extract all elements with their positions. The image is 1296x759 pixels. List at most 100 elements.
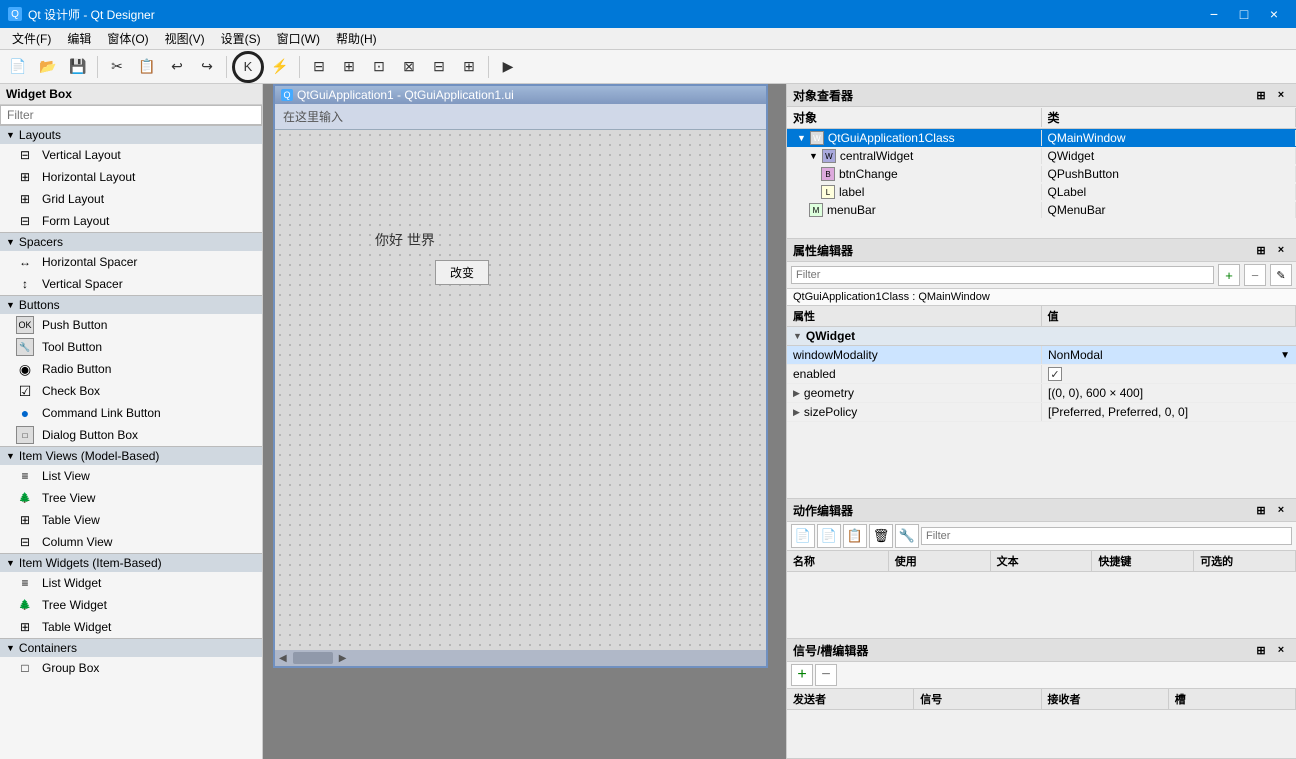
new-button[interactable]: 📄 bbox=[4, 53, 32, 81]
widget-column-view[interactable]: ⊟ Column View bbox=[0, 531, 262, 553]
widget-tool-button[interactable]: 🔧 Tool Button bbox=[0, 336, 262, 358]
obj-row-btn[interactable]: B btnChange QPushButton bbox=[787, 165, 1296, 183]
menu-edit[interactable]: 编辑 bbox=[59, 28, 99, 49]
close-button[interactable]: × bbox=[1260, 0, 1288, 28]
enabled-checkbox[interactable]: ✓ bbox=[1048, 367, 1062, 381]
widget-check-box[interactable]: ☑ Check Box bbox=[0, 380, 262, 402]
widget-push-button[interactable]: OK Push Button bbox=[0, 314, 262, 336]
obj-row-main[interactable]: ▼ W QtGuiApplication1Class QMainWindow bbox=[787, 129, 1296, 147]
widget-tree-widget[interactable]: 🌲 Tree Widget bbox=[0, 594, 262, 616]
signal-maximize-btn[interactable]: ⊞ bbox=[1252, 641, 1270, 659]
obj-maximize-btn[interactable]: ⊞ bbox=[1252, 86, 1270, 104]
category-spacers[interactable]: ▼ Spacers bbox=[0, 232, 262, 251]
prop-close-btn[interactable]: × bbox=[1272, 241, 1290, 259]
action-close-btn[interactable]: × bbox=[1272, 501, 1290, 519]
category-buttons[interactable]: ▼ Buttons bbox=[0, 295, 262, 314]
signal-add-btn[interactable]: + bbox=[791, 664, 813, 686]
action-config-btn[interactable]: 🔧 bbox=[895, 524, 919, 548]
prop-row-sizepolicy[interactable]: ▶ sizePolicy [Preferred, Preferred, 0, 0… bbox=[787, 403, 1296, 422]
widget-filter-input[interactable] bbox=[0, 105, 262, 125]
widget-list-widget[interactable]: ≡ List Widget bbox=[0, 572, 262, 594]
obj-row-central[interactable]: ▼ W centralWidget QWidget bbox=[787, 147, 1296, 165]
scroll-right-arrow[interactable]: ▶ bbox=[335, 653, 351, 664]
prop-row-enabled[interactable]: enabled ✓ bbox=[787, 365, 1296, 384]
widget-command-link[interactable]: ● Command Link Button bbox=[0, 402, 262, 424]
category-containers[interactable]: ▼ Containers bbox=[0, 638, 262, 657]
action-new-btn[interactable]: 📄 bbox=[791, 524, 815, 548]
geometry-expand-arrow[interactable]: ▶ bbox=[793, 388, 800, 399]
menu-file[interactable]: 文件(F) bbox=[4, 28, 59, 49]
scroll-left-arrow[interactable]: ◀ bbox=[275, 653, 291, 664]
windowmodality-dropdown-arrow[interactable]: ▼ bbox=[1280, 350, 1290, 361]
action-filter-input[interactable] bbox=[921, 527, 1292, 545]
obj-close-btn[interactable]: × bbox=[1272, 86, 1290, 104]
widget-form-layout[interactable]: ⊟ Form Layout bbox=[0, 210, 262, 232]
layout-h-button[interactable]: ⊟ bbox=[305, 53, 333, 81]
widget-grid-layout[interactable]: ⊞ Grid Layout bbox=[0, 188, 262, 210]
category-item-widgets[interactable]: ▼ Item Widgets (Item-Based) bbox=[0, 553, 262, 572]
prop-filter-input[interactable] bbox=[791, 266, 1214, 284]
widget-v-spacer[interactable]: ↕ Vertical Spacer bbox=[0, 273, 262, 295]
prop-row-geometry[interactable]: ▶ geometry [(0, 0), 600 × 400] bbox=[787, 384, 1296, 403]
layout-grid-button[interactable]: ⊡ bbox=[365, 53, 393, 81]
widget-list-view[interactable]: ≡ List View bbox=[0, 465, 262, 487]
prop-maximize-btn[interactable]: ⊞ bbox=[1252, 241, 1270, 259]
widget-group-box[interactable]: □ Group Box bbox=[0, 657, 262, 679]
canvas-change-button[interactable]: 改变 bbox=[435, 260, 489, 285]
widget-table-widget[interactable]: ⊞ Table Widget bbox=[0, 616, 262, 638]
widget-vertical-layout[interactable]: ⊟ Vertical Layout bbox=[0, 144, 262, 166]
category-item-views[interactable]: ▼ Item Views (Model-Based) bbox=[0, 446, 262, 465]
scroll-thumb-h[interactable] bbox=[293, 652, 333, 664]
open-button[interactable]: 📂 bbox=[34, 53, 62, 81]
prop-config-btn[interactable]: ✎ bbox=[1270, 264, 1292, 286]
prop-row-windowmodality[interactable]: windowModality NonModal ▼ bbox=[787, 346, 1296, 365]
category-layouts[interactable]: ▼ Layouts bbox=[0, 125, 262, 144]
layout-break-button[interactable]: ⊟ bbox=[425, 53, 453, 81]
prop-val-windowmodality[interactable]: NonModal ▼ bbox=[1042, 346, 1296, 364]
layout-adjust-button[interactable]: ⊞ bbox=[455, 53, 483, 81]
action-maximize-btn[interactable]: ⊞ bbox=[1252, 501, 1270, 519]
qwidget-expand-arrow[interactable]: ▼ bbox=[793, 331, 802, 341]
layout-v-button[interactable]: ⊞ bbox=[335, 53, 363, 81]
cut-button[interactable]: ✂ bbox=[103, 53, 131, 81]
widget-radio-button[interactable]: ◉ Radio Button bbox=[0, 358, 262, 380]
sizepolicy-expand-arrow[interactable]: ▶ bbox=[793, 407, 800, 418]
obj-cell-class-3: QLabel bbox=[1042, 184, 1296, 200]
action-delete-btn[interactable]: 🗑 bbox=[869, 524, 893, 548]
title-bar-controls[interactable]: − □ × bbox=[1200, 0, 1288, 28]
widget-tree-view[interactable]: 🌲 Tree View bbox=[0, 487, 262, 509]
obj-arrow-1[interactable]: ▼ bbox=[809, 151, 818, 161]
signal-edit-button[interactable]: ⚡ bbox=[266, 53, 294, 81]
preview-button[interactable]: ▶ bbox=[494, 53, 522, 81]
menu-help[interactable]: 帮助(H) bbox=[328, 28, 385, 49]
widget-edit-button[interactable]: K bbox=[232, 51, 264, 83]
obj-row-label[interactable]: L label QLabel bbox=[787, 183, 1296, 201]
signal-close-btn[interactable]: × bbox=[1272, 641, 1290, 659]
minimize-button[interactable]: − bbox=[1200, 0, 1228, 28]
redo-button[interactable]: ↪ bbox=[193, 53, 221, 81]
obj-arrow-0[interactable]: ▼ bbox=[797, 133, 806, 143]
menu-settings[interactable]: 设置(S) bbox=[213, 28, 269, 49]
canvas-scrollbar-h[interactable]: ◀ ▶ bbox=[275, 650, 766, 666]
action-paste-btn[interactable]: 📋 bbox=[843, 524, 867, 548]
save-button[interactable]: 💾 bbox=[64, 53, 92, 81]
signal-remove-btn[interactable]: − bbox=[815, 664, 837, 686]
copy-button[interactable]: 📋 bbox=[133, 53, 161, 81]
menu-view[interactable]: 视图(V) bbox=[157, 28, 213, 49]
prop-remove-btn[interactable]: − bbox=[1244, 264, 1266, 286]
maximize-button[interactable]: □ bbox=[1230, 0, 1258, 28]
menu-window[interactable]: 窗口(W) bbox=[269, 28, 328, 49]
obj-row-menu[interactable]: M menuBar QMenuBar bbox=[787, 201, 1296, 219]
prop-val-enabled[interactable]: ✓ bbox=[1042, 365, 1296, 383]
action-copy-btn[interactable]: 📄 bbox=[817, 524, 841, 548]
undo-button[interactable]: ↩ bbox=[163, 53, 191, 81]
widget-table-view[interactable]: ⊞ Table View bbox=[0, 509, 262, 531]
menu-form[interactable]: 窗体(O) bbox=[99, 28, 156, 49]
widget-dialog-button[interactable]: □ Dialog Button Box bbox=[0, 424, 262, 446]
widget-horizontal-layout[interactable]: ⊞ Horizontal Layout bbox=[0, 166, 262, 188]
prop-add-btn[interactable]: + bbox=[1218, 264, 1240, 286]
dialog-button-icon: □ bbox=[16, 426, 34, 444]
designer-canvas[interactable]: 你好 世界 改变 bbox=[275, 130, 766, 650]
layout-form-button[interactable]: ⊠ bbox=[395, 53, 423, 81]
widget-h-spacer[interactable]: ↔ Horizontal Spacer bbox=[0, 251, 262, 273]
